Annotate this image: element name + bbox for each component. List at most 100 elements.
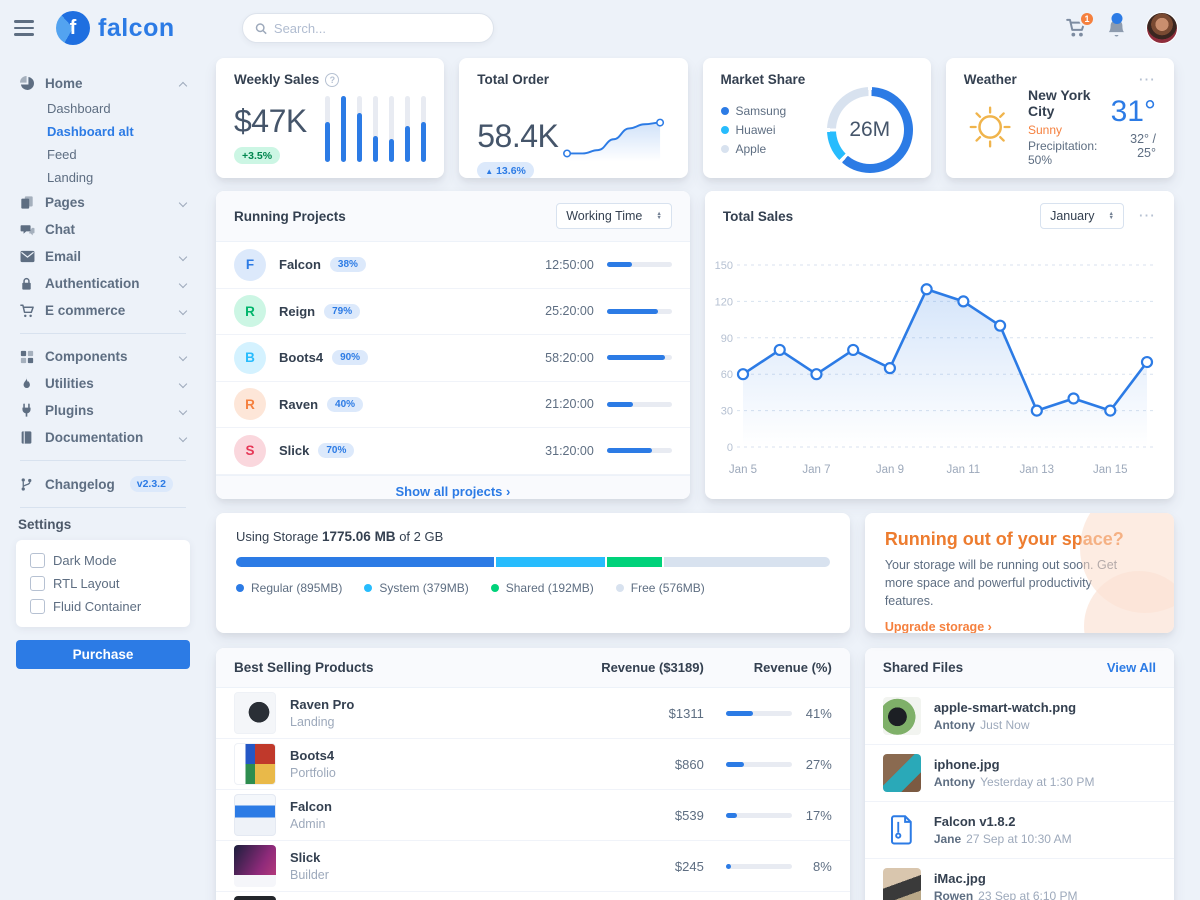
- purchase-button[interactable]: Purchase: [16, 640, 190, 669]
- cart-button[interactable]: 1: [1066, 18, 1087, 38]
- product-percent: 27%: [792, 757, 832, 772]
- chevron-down-icon: [179, 279, 187, 287]
- file-name-link[interactable]: iMac.jpg: [934, 871, 986, 886]
- cart-count-badge: 1: [1079, 11, 1095, 27]
- working-time-select[interactable]: Working Time ▲▼: [556, 203, 672, 229]
- total-sales-menu-icon[interactable]: ⋯: [1138, 212, 1156, 220]
- project-percent-badge: 40%: [327, 397, 363, 412]
- fluid-container-checkbox[interactable]: [30, 599, 45, 614]
- chevron-up-icon: [179, 81, 187, 89]
- falcon-logo-icon: f: [56, 11, 90, 45]
- sidebar-item-dashboard-alt[interactable]: Dashboard alt: [16, 120, 190, 143]
- product-thumbnail: [234, 743, 276, 785]
- legend-item-huawei: Huawei: [721, 123, 787, 137]
- file-name-link[interactable]: apple-smart-watch.png: [934, 700, 1076, 715]
- product-info: Boots4Portfolio: [290, 748, 600, 780]
- project-row-raven: RRaven40%21:20:00: [216, 382, 690, 429]
- sidebar-item-landing[interactable]: Landing: [16, 166, 190, 189]
- file-name-link[interactable]: iphone.jpg: [934, 757, 1000, 772]
- select-updown-icon: ▲▼: [1109, 212, 1114, 221]
- show-all-projects-link[interactable]: Show all projects ›: [395, 484, 510, 499]
- product-name-link[interactable]: Boots4: [290, 748, 334, 763]
- setting-dark-mode: Dark Mode: [30, 553, 176, 568]
- view-all-link[interactable]: View All: [1107, 660, 1156, 675]
- file-thumbnail: [883, 754, 921, 792]
- legend-dot: [721, 126, 729, 134]
- sidebar-item-changelog[interactable]: Changelogv2.3.2: [16, 470, 190, 498]
- project-percent-badge: 79%: [324, 304, 360, 319]
- legend-label: Samsung: [736, 104, 787, 118]
- sidebar-item-utilities[interactable]: Utilities: [16, 370, 190, 397]
- project-name-link[interactable]: Slick: [279, 443, 309, 458]
- upgrade-storage-link[interactable]: Upgrade storage ›: [885, 620, 992, 633]
- product-row-boots4: Boots4Portfolio$86027%: [216, 739, 850, 790]
- bar-fill: [341, 96, 346, 162]
- file-list: apple-smart-watch.pngAntonyJust Now iphon…: [865, 688, 1174, 900]
- dark-mode-checkbox[interactable]: [30, 553, 45, 568]
- sidebar-item-authentication[interactable]: Authentication: [16, 270, 190, 297]
- product-name-link[interactable]: Raven Pro: [290, 697, 354, 712]
- product-category: Builder: [290, 868, 600, 882]
- top-navbar: f falcon 1: [0, 0, 1200, 56]
- upgrade-space-title: Running out of your space?: [885, 529, 1154, 550]
- file-row-apple-smart-watch-png: apple-smart-watch.pngAntonyJust Now: [865, 688, 1174, 745]
- hamburger-menu-icon[interactable]: [14, 18, 40, 38]
- project-name-link[interactable]: Boots4: [279, 350, 323, 365]
- sidebar-item-label: Pages: [45, 195, 85, 210]
- search-input[interactable]: [274, 21, 481, 36]
- rtl-layout-checkbox[interactable]: [30, 576, 45, 591]
- svg-text:Jan 11: Jan 11: [946, 464, 980, 476]
- storage-card: Using Storage 1775.06 MB of 2 GB Regular…: [216, 513, 850, 633]
- project-time: 12:50:00: [545, 258, 594, 272]
- project-name-link[interactable]: Falcon: [279, 257, 321, 272]
- project-percent-badge: 90%: [332, 350, 368, 365]
- sidebar-item-dashboard[interactable]: Dashboard: [16, 97, 190, 120]
- product-name-link[interactable]: Slick: [290, 850, 320, 865]
- sidebar-item-label: Utilities: [45, 376, 94, 391]
- total-order-title: Total Order: [477, 72, 549, 87]
- sidebar-item-pages[interactable]: Pages: [16, 189, 190, 216]
- sidebar-item-documentation[interactable]: Documentation: [16, 424, 190, 451]
- product-name-link[interactable]: Falcon: [290, 799, 332, 814]
- project-name-link[interactable]: Reign: [279, 304, 315, 319]
- project-time: 58:20:00: [545, 351, 594, 365]
- sidebar-item-plugins[interactable]: Plugins: [16, 397, 190, 424]
- month-select[interactable]: January ▲▼: [1040, 203, 1124, 229]
- legend-label: Shared (192MB): [506, 581, 594, 595]
- weather-menu-icon[interactable]: ⋯: [1138, 76, 1156, 84]
- bar-track: [325, 96, 330, 162]
- sidebar-item-home[interactable]: Home: [16, 70, 190, 97]
- project-name-link[interactable]: Raven: [279, 397, 318, 412]
- search-box[interactable]: [242, 13, 494, 43]
- envelope-icon: [20, 250, 36, 263]
- total-order-badge: ▲ 13.6%: [477, 162, 534, 178]
- product-revenue: $1311: [600, 706, 704, 721]
- product-progress-track: [726, 864, 792, 869]
- project-avatar: B: [234, 342, 266, 374]
- file-name-link[interactable]: Falcon v1.8.2: [934, 814, 1016, 829]
- sidebar-item-email[interactable]: Email: [16, 243, 190, 270]
- sidebar-item-feed[interactable]: Feed: [16, 143, 190, 166]
- weekly-sales-value: $47K: [234, 103, 307, 140]
- sidebar-item-label: Components: [45, 349, 128, 364]
- bar-track: [373, 96, 378, 162]
- help-icon[interactable]: ?: [325, 73, 339, 87]
- sidebar-item-chat[interactable]: Chat: [16, 216, 190, 243]
- product-thumbnail: [234, 896, 276, 900]
- sidebar-item-e-commerce[interactable]: E commerce: [16, 297, 190, 324]
- sidebar-item-label: Authentication: [45, 276, 140, 291]
- market-share-center-value: 26M: [827, 87, 913, 173]
- legend-dot: [364, 584, 372, 592]
- project-row-falcon: FFalcon38%12:50:00: [216, 242, 690, 289]
- file-info: apple-smart-watch.pngAntonyJust Now: [934, 700, 1076, 732]
- storage-legend: Regular (895MB)System (379MB)Shared (192…: [236, 581, 830, 595]
- user-avatar[interactable]: [1146, 12, 1178, 44]
- product-row-raven-pro: Raven ProLanding$131141%: [216, 688, 850, 739]
- project-progress-fill: [607, 355, 666, 360]
- falcon-logo[interactable]: f falcon: [56, 11, 206, 45]
- sidebar-item-components[interactable]: Components: [16, 343, 190, 370]
- sidebar-item-label: E commerce: [45, 303, 125, 318]
- file-row-imac-jpg: iMac.jpgRowen23 Sep at 6:10 PM: [865, 859, 1174, 900]
- weekly-sales-bar-chart: [325, 96, 426, 162]
- notifications-button[interactable]: [1107, 18, 1126, 38]
